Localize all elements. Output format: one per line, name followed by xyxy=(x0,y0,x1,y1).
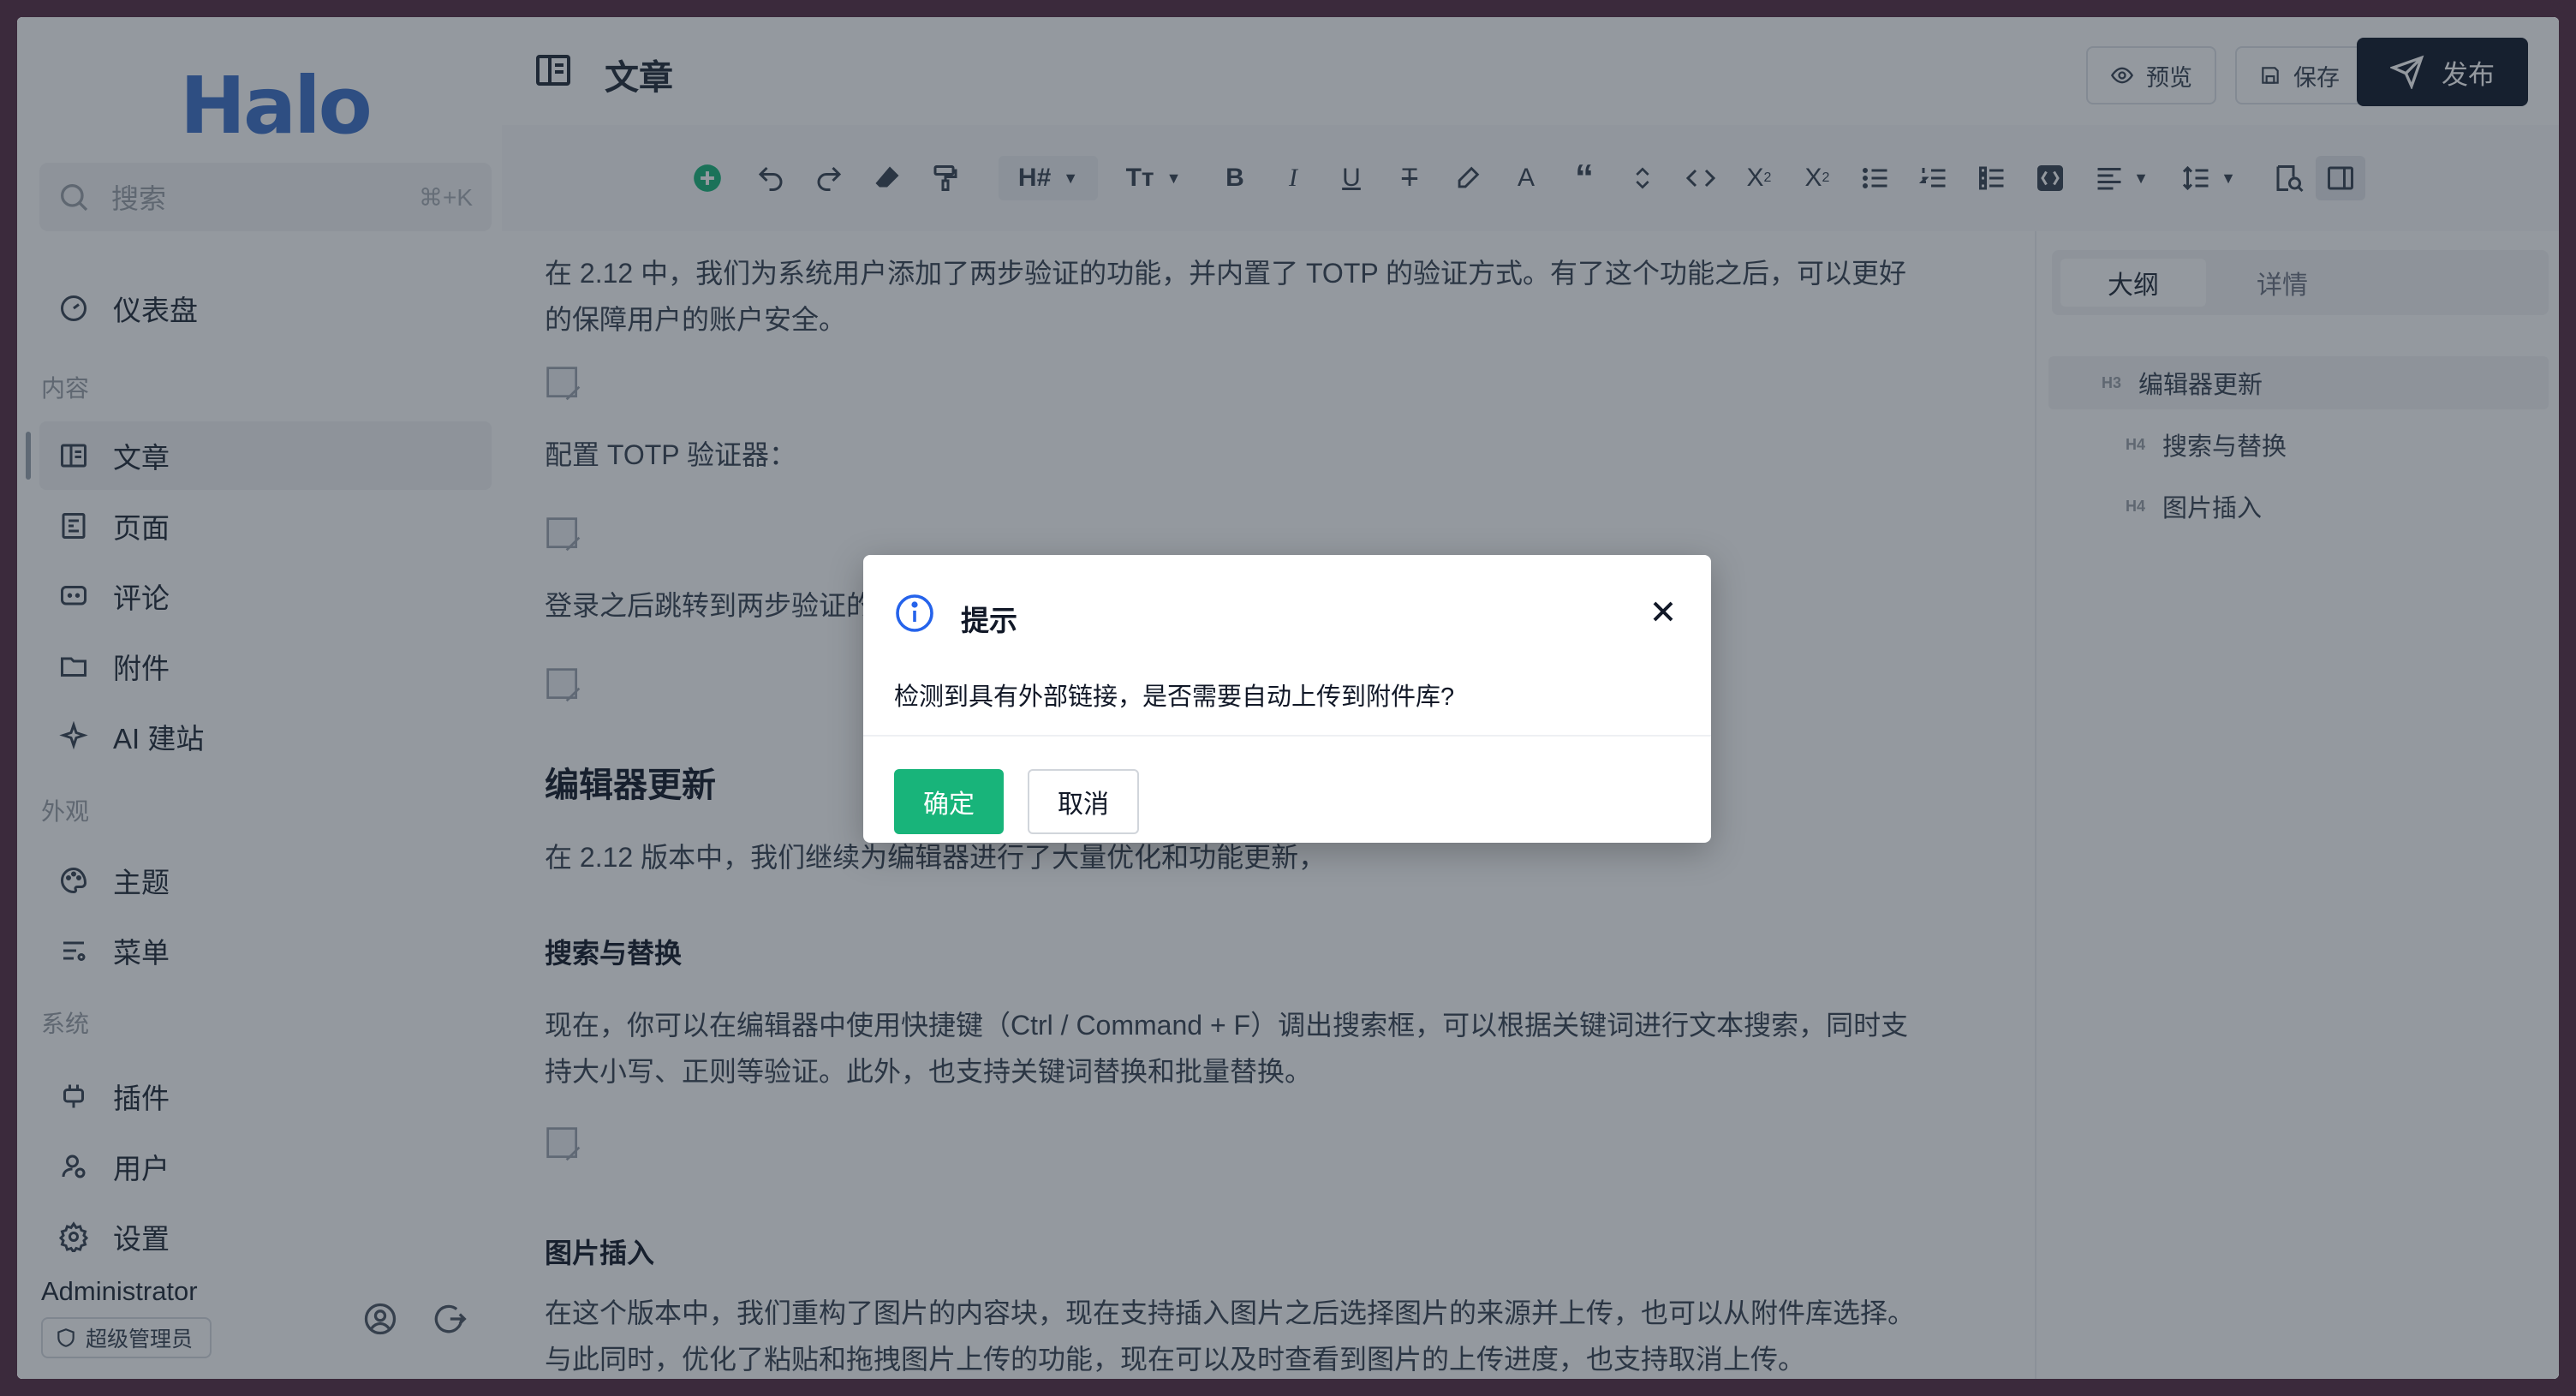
confirm-button[interactable]: 确定 xyxy=(894,769,1004,834)
dialog-message: 检测到具有外部链接，是否需要自动上传到附件库? xyxy=(894,683,1455,711)
dialog-title: 提示 xyxy=(961,605,1017,636)
dialog-divider xyxy=(863,735,1711,737)
close-icon[interactable] xyxy=(1646,594,1680,629)
cancel-button[interactable]: 取消 xyxy=(1028,769,1139,834)
info-icon xyxy=(896,594,933,632)
confirm-dialog: 提示 检测到具有外部链接，是否需要自动上传到附件库? 确定 取消 xyxy=(863,555,1711,843)
app-window: Halo 搜索 ⌘+K 仪表盘 内容 文章 页面 评论 附件 AI 建站 外观 … xyxy=(17,17,2559,1379)
